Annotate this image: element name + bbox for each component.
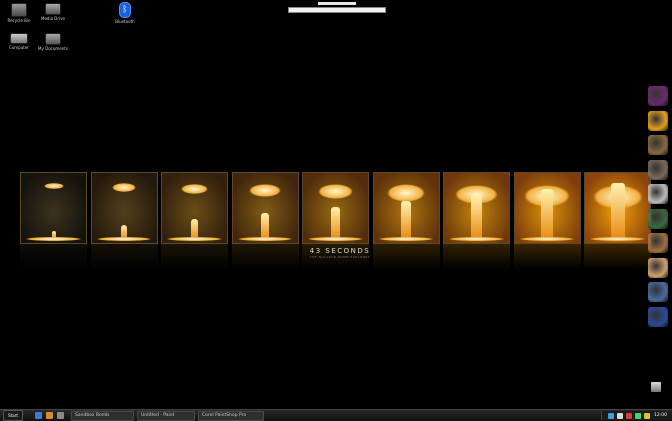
widget-bar-top (318, 2, 356, 5)
game-icon-5[interactable] (648, 184, 668, 204)
browser-icon[interactable] (35, 412, 42, 419)
frame-reflection-1 (20, 244, 87, 270)
explosion-column (610, 183, 625, 239)
drive-icon (45, 33, 61, 45)
desktop-icon-1[interactable]: Recycle Bin (2, 3, 36, 23)
game-icon-9[interactable] (648, 282, 668, 302)
wallpaper-subtitle: THE NUCLEAR BOMB EXPLODES (309, 255, 371, 259)
desktop-icon-label: Bluetooth (115, 19, 135, 24)
drive-icon (45, 3, 61, 15)
tray-app-icon[interactable] (644, 412, 651, 419)
task-button-2[interactable]: Untitled - Paint (137, 410, 195, 421)
tray-volume-icon[interactable] (617, 412, 624, 419)
explosion-frame-9 (584, 172, 651, 244)
explosion-frame-7 (443, 172, 510, 244)
folder-icon (11, 3, 27, 17)
show-desktop-icon[interactable] (57, 412, 64, 419)
explosion-frame-3 (161, 172, 228, 244)
start-button[interactable]: Start (3, 410, 23, 421)
explosion-column (261, 213, 269, 239)
explosion-ground (590, 237, 645, 241)
desktop-icon-label: Media Drive (41, 16, 65, 21)
explosion-frame-4 (231, 172, 299, 244)
explosion-frame-2 (90, 172, 158, 244)
explosion-column (331, 207, 340, 239)
wallpaper-caption: 43 SECONDS THE NUCLEAR BOMB EXPLODES (305, 247, 375, 259)
explosion-flash (180, 183, 209, 194)
game-icon-column (648, 86, 670, 331)
game-icon-10[interactable] (648, 306, 668, 327)
explosion-column (400, 201, 412, 239)
explosion-flash (249, 183, 281, 197)
taskbar: Start Sandbox Bomb Untitled - Paint Core… (0, 409, 672, 421)
task-button-1[interactable]: Sandbox Bomb (71, 410, 134, 421)
game-icon-4[interactable] (648, 159, 668, 180)
frame-reflection-7 (443, 244, 510, 270)
desktop-icon-2[interactable]: Media Drive (36, 3, 70, 21)
frame-reflection-3 (161, 244, 228, 270)
explosion-ground (237, 237, 293, 241)
frame-reflection-6 (372, 244, 440, 270)
explosion-flash (318, 184, 353, 199)
game-icon-6[interactable] (648, 208, 668, 229)
taskbar-clock[interactable]: 12:00 (654, 413, 667, 418)
game-icon-1[interactable] (648, 86, 668, 106)
explosion-ground (308, 237, 363, 241)
tray-network-icon[interactable] (608, 412, 615, 419)
explosion-column (470, 195, 483, 239)
explosion-ground (96, 237, 152, 241)
explosion-flash (43, 183, 64, 189)
explosion-ground (378, 237, 434, 241)
explosion-ground (26, 237, 81, 241)
desktop-icon-3[interactable]: ᛒ Bluetooth (108, 2, 142, 24)
wallpaper-frames (20, 172, 651, 244)
top-center-widget[interactable] (288, 2, 386, 14)
desktop-icon-5[interactable]: My Documents (36, 33, 70, 51)
explosion-frame-5 (302, 172, 369, 244)
frame-reflection-4 (231, 244, 299, 270)
explosion-ground (519, 237, 575, 241)
desktop-icon-label: Recycle Bin (7, 18, 31, 23)
frame-reflection-9 (584, 244, 651, 270)
tray-update-icon[interactable] (635, 412, 642, 419)
frame-reflection-2 (90, 244, 158, 270)
frame-reflection-8 (513, 244, 581, 270)
task-button-3[interactable]: Corel PaintShop Pro (198, 410, 264, 421)
explosion-ground (449, 237, 504, 241)
explosion-frame-1 (20, 172, 87, 244)
desktop-icon-label: My Documents (38, 46, 68, 51)
tray-security-icon[interactable] (626, 412, 633, 419)
explosion-frame-6 (372, 172, 440, 244)
explosion-ground (167, 237, 222, 241)
desktop-icon-4[interactable]: Computer (2, 33, 36, 50)
game-icon-3[interactable] (648, 135, 668, 155)
desktop-icon-label: Computer (9, 45, 29, 50)
game-icon-8[interactable] (648, 257, 668, 278)
laptop-icon (10, 33, 28, 44)
explosion-column (540, 189, 554, 239)
explosion-flash (112, 183, 136, 192)
recycle-bin[interactable] (646, 382, 666, 400)
widget-bar-bottom (288, 7, 386, 13)
bluetooth-icon: ᛒ (119, 2, 131, 18)
explosion-column (191, 219, 198, 239)
explosion-flash (386, 184, 426, 202)
explosion-frame-8 (513, 172, 581, 244)
wallpaper-title: 43 SECONDS (309, 247, 371, 255)
recycle-bin-icon (651, 382, 661, 392)
system-tray: 12:00 (601, 411, 672, 420)
game-icon-2[interactable] (648, 110, 668, 131)
game-icon-7[interactable] (648, 233, 668, 253)
quick-launch (35, 412, 68, 419)
media-player-icon[interactable] (46, 412, 53, 419)
